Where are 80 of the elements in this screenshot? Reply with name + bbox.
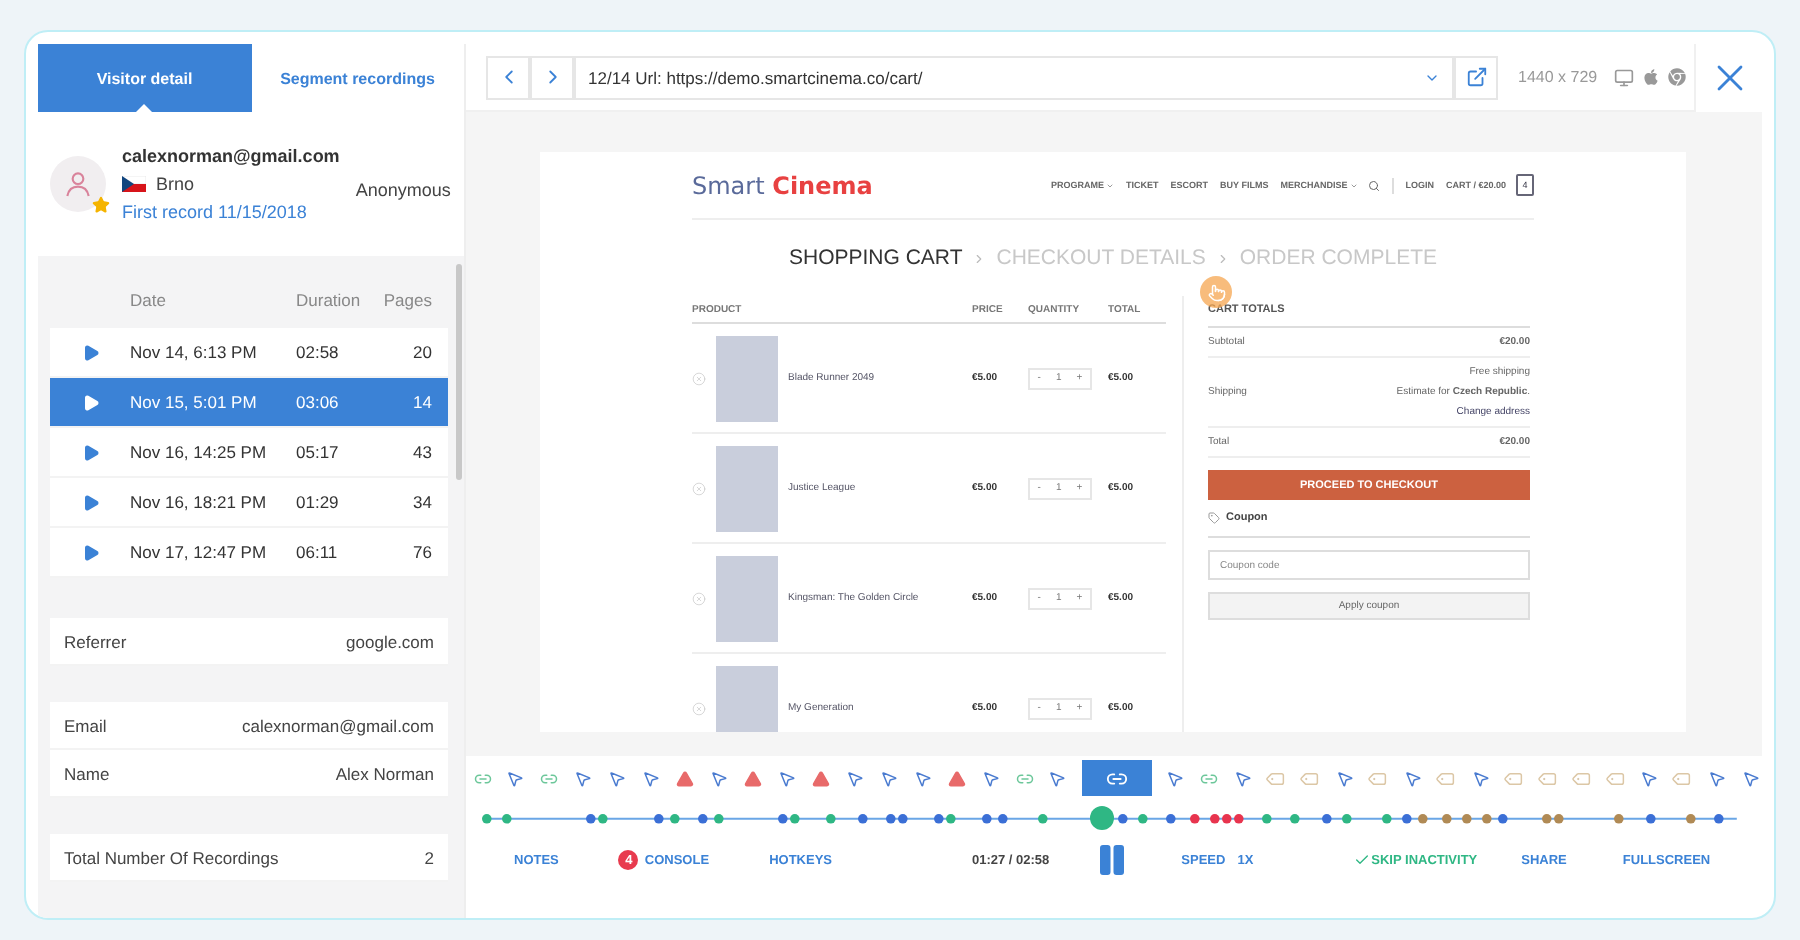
cursor-icon <box>1166 769 1185 787</box>
duration-cell: 05:17 <box>296 442 339 462</box>
info-value: google.com <box>346 631 434 651</box>
checkout-step[interactable]: SHOPPING CART <box>789 246 963 270</box>
poster-placeholder <box>716 445 778 531</box>
play-icon <box>81 393 99 411</box>
poster-placeholder <box>716 335 778 421</box>
info-value: calexnorman@gmail.com <box>241 715 434 735</box>
monitor-icon <box>1613 67 1634 87</box>
warning-icon <box>811 769 830 787</box>
scrollbar[interactable] <box>456 264 462 480</box>
cursor-icon <box>1336 769 1354 787</box>
date-cell: Nov 16, 14:25 PM <box>130 442 267 462</box>
date-cell: Nov 15, 5:01 PM <box>130 392 257 412</box>
column-header: Date <box>130 290 166 310</box>
cursor-icon <box>1640 769 1659 787</box>
duration-cell: 03:06 <box>296 392 339 412</box>
check-icon <box>1353 852 1370 868</box>
pages-cell-text: 14 <box>413 392 434 412</box>
link-icon <box>473 769 491 787</box>
apple-icon <box>1641 68 1660 86</box>
recording-row[interactable]: Nov 15, 5:01 PM 03:06 14 <box>50 378 448 428</box>
duration-cell: 06:11 <box>296 542 338 562</box>
cursor-icon <box>710 769 729 787</box>
poster-placeholder <box>716 555 778 641</box>
warning-icon <box>676 769 695 787</box>
cursor-icon <box>981 769 1000 787</box>
cursor-icon <box>777 769 796 787</box>
play-icon <box>81 493 99 511</box>
cursor-icon <box>1471 769 1490 787</box>
chevron-icon <box>1215 251 1230 265</box>
first-record-date: First record 11/15/2018 <box>122 202 309 222</box>
warning-icon <box>947 769 966 787</box>
info-value: 2 <box>424 847 434 867</box>
site-logo: Smart Cinema <box>692 171 873 199</box>
visitor-city: Brno <box>156 174 195 194</box>
tab[interactable]: Visitor detail <box>38 44 251 112</box>
info-label: Name <box>64 763 110 783</box>
play-icon <box>81 443 99 461</box>
play-icon <box>81 343 99 361</box>
browser-icon <box>1667 68 1686 86</box>
search-icon[interactable] <box>1367 179 1380 191</box>
column-header: Duration <box>296 290 361 310</box>
event-marker[interactable] <box>1081 760 1152 796</box>
play-icon <box>81 543 99 561</box>
cursor-icon <box>506 769 525 787</box>
visitor-status: Anonymous <box>355 180 451 200</box>
date-cell: Nov 17, 12:47 PM <box>130 542 267 562</box>
date-cell: Nov 14, 6:13 PM <box>130 342 257 362</box>
link-icon <box>1015 769 1033 787</box>
avatar <box>50 156 106 212</box>
pages-cell-text: 76 <box>413 542 434 562</box>
cursor-icon <box>1403 769 1422 787</box>
pages-cell-text: 43 <box>413 442 434 462</box>
cursor-icon <box>1234 769 1253 787</box>
column-header: Pages <box>383 290 434 310</box>
warning-icon <box>744 769 762 787</box>
screen-resolution: 1440 x 729 <box>1518 68 1598 86</box>
poster-placeholder <box>716 665 778 732</box>
info-label: Email <box>64 715 107 735</box>
hand-pointer-icon <box>1207 283 1225 301</box>
chevron-icon <box>972 251 987 265</box>
duration-cell: 01:29 <box>296 492 339 512</box>
duration-cell: 02:58 <box>296 342 339 362</box>
info-label: Total Number Of Recordings <box>64 847 279 867</box>
external-link-icon <box>1465 66 1487 88</box>
timeline-handle[interactable] <box>1089 806 1114 830</box>
tag-icon <box>1208 512 1220 524</box>
url-field[interactable]: 12/14 Url: https://demo.smartcinema.co/cart/ <box>574 55 1454 99</box>
pages-cell-text: 20 <box>413 342 434 362</box>
info-value: Alex Norman <box>335 763 434 783</box>
date-cell: Nov 16, 18:21 PM <box>130 492 267 512</box>
flag-icon <box>122 176 146 192</box>
open-external-button[interactable] <box>1454 55 1498 99</box>
link-icon <box>1200 769 1219 787</box>
info-label: Referrer <box>64 631 127 651</box>
pages-cell-text: 34 <box>413 492 434 512</box>
link-icon <box>540 769 559 787</box>
cursor-icon <box>1048 769 1067 787</box>
visitor-email: calexnorman@gmail.com <box>122 146 340 166</box>
